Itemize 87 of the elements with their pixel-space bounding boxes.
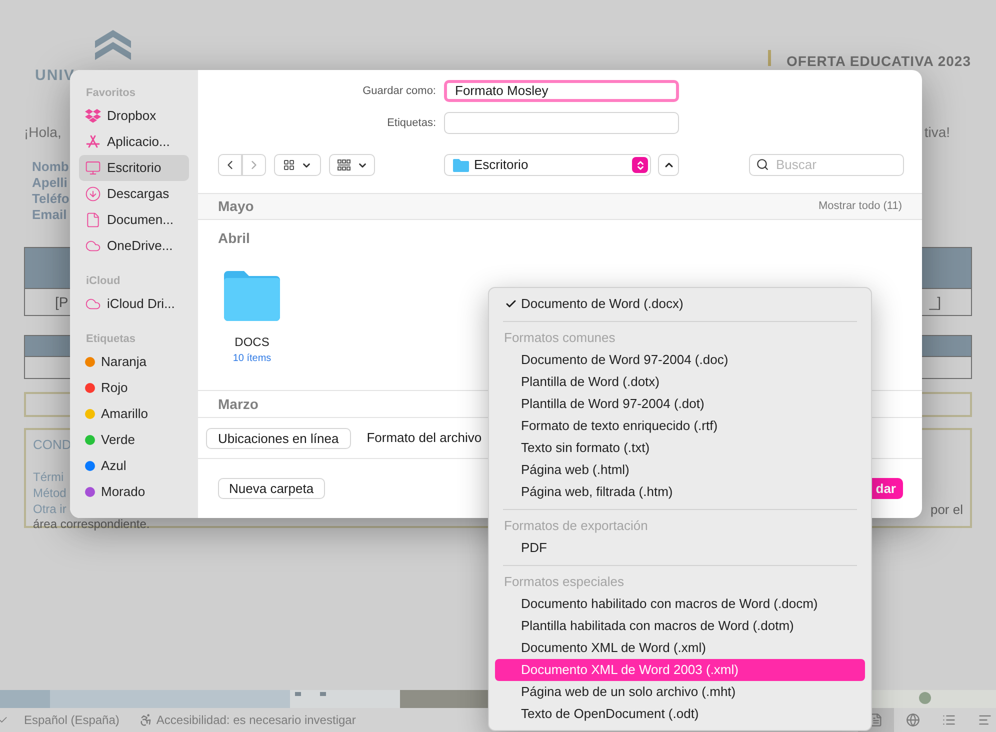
new-folder-button[interactable]: Nueva carpeta bbox=[218, 478, 325, 499]
sidebar-heading: Favoritos bbox=[85, 86, 137, 101]
field-label: Guardar como: bbox=[362, 84, 436, 99]
search-icon bbox=[756, 158, 769, 171]
conditions-text: Métod bbox=[33, 484, 66, 500]
sidebar-item[interactable]: Azul bbox=[79, 453, 189, 479]
show-all-link[interactable]: Mostrar todo (11) bbox=[818, 198, 902, 215]
heading: OFERTA EDUCATIVA 2023 bbox=[786, 52, 971, 71]
menu-item[interactable]: Página web de un solo archivo (.mht) bbox=[495, 681, 865, 703]
file-detail: 10 ítems bbox=[232, 352, 272, 366]
conditions-text: por el bbox=[930, 502, 963, 519]
menu-section-heading: Formatos comunes bbox=[503, 329, 616, 347]
logo-text: UNIV bbox=[35, 66, 75, 86]
section-heading: Mayo bbox=[218, 197, 254, 216]
sidebar-item[interactable]: Naranja bbox=[79, 349, 189, 375]
search-field[interactable]: Buscar bbox=[749, 154, 904, 176]
field-label: Etiquetas: bbox=[386, 116, 436, 131]
menu-item[interactable]: Texto de OpenDocument (.odt) bbox=[495, 703, 865, 725]
check-icon bbox=[505, 298, 517, 310]
stepper-icon bbox=[632, 157, 648, 173]
greeting-text: tiva! bbox=[924, 123, 950, 142]
sidebar-item[interactable]: OneDrive... bbox=[79, 233, 189, 259]
menu-item[interactable]: Documento de Word (.docx) bbox=[495, 293, 865, 315]
cloud-icon bbox=[85, 238, 101, 254]
file-name: DOCS bbox=[234, 334, 270, 351]
cloud-icon bbox=[85, 296, 101, 312]
menu-item[interactable]: PDF bbox=[495, 537, 865, 559]
group-button[interactable] bbox=[329, 154, 375, 176]
forward-button[interactable] bbox=[242, 154, 266, 176]
accessibility-icon bbox=[139, 713, 154, 727]
grid-icon bbox=[283, 159, 295, 171]
draft-icon[interactable] bbox=[978, 713, 992, 727]
conditions-text: Otra ir bbox=[33, 500, 66, 516]
online-locations-button[interactable]: Ubicaciones en línea bbox=[206, 428, 351, 448]
outline-icon[interactable] bbox=[942, 713, 956, 727]
up-button[interactable] bbox=[658, 154, 679, 176]
download-icon bbox=[85, 186, 101, 202]
table-cell-text: _] bbox=[929, 292, 941, 312]
menu-item[interactable]: Documento de Word 97-2004 (.doc) bbox=[495, 349, 865, 371]
menu-item[interactable]: Página web (.html) bbox=[495, 459, 865, 481]
sidebar-item[interactable]: Dropbox bbox=[79, 103, 189, 129]
sidebar-item[interactable]: iCloud Dri... bbox=[79, 291, 189, 317]
desktop-icon bbox=[85, 160, 101, 176]
menu-item[interactable]: Texto sin formato (.txt) bbox=[495, 437, 865, 459]
greeting-text: ¡Hola, bbox=[24, 123, 62, 142]
menu-item[interactable]: Plantilla de Word (.dotx) bbox=[495, 371, 865, 393]
filename-field[interactable]: Formato Mosley bbox=[444, 80, 679, 102]
tags-field[interactable] bbox=[444, 112, 679, 134]
field-label: Teléfo bbox=[32, 191, 70, 207]
folder-icon[interactable] bbox=[222, 269, 282, 323]
menu-section-heading: Formatos especiales bbox=[503, 573, 625, 591]
sidebar-item[interactable]: Morado bbox=[79, 479, 189, 505]
table-cell-text: [P bbox=[55, 292, 68, 312]
sidebar-item[interactable]: Amarillo bbox=[79, 401, 189, 427]
conditions-text: área correspondiente. bbox=[33, 516, 150, 530]
menu-section-heading: Formatos de exportación bbox=[503, 517, 649, 535]
sidebar-item[interactable]: Rojo bbox=[79, 375, 189, 401]
field-label: Apelli bbox=[32, 175, 68, 191]
sidebar-item[interactable]: Descargas bbox=[79, 181, 189, 207]
menu-item[interactable]: Formato de texto enriquecido (.rtf) bbox=[495, 415, 865, 437]
location-popup[interactable]: Escritorio bbox=[444, 154, 651, 176]
sidebar-heading: iCloud bbox=[85, 274, 122, 289]
conditions-title: COND bbox=[33, 436, 72, 454]
sidebar-heading: Etiquetas bbox=[85, 332, 137, 347]
dropbox-icon bbox=[85, 108, 101, 124]
sidebar-item[interactable]: Escritorio bbox=[79, 155, 189, 181]
menu-item[interactable]: Documento habilitado con macros de Word (.docm) bbox=[495, 593, 865, 615]
sidebar-item[interactable]: Aplicacio... bbox=[79, 129, 189, 155]
web-layout-icon[interactable] bbox=[906, 713, 920, 727]
folder-icon bbox=[453, 158, 469, 172]
back-button[interactable] bbox=[218, 154, 242, 176]
menu-item[interactable]: Plantilla de Word 97-2004 (.dot) bbox=[495, 393, 865, 415]
section-heading: Abril bbox=[218, 230, 250, 246]
menu-item[interactable]: Documento XML de Word (.xml) bbox=[495, 637, 865, 659]
conditions-text: Térmi bbox=[33, 468, 64, 484]
proofing-icon bbox=[0, 715, 8, 725]
sidebar-item[interactable]: Documen... bbox=[79, 207, 189, 233]
field-label: Email bbox=[32, 207, 67, 223]
section-heading: Marzo bbox=[218, 394, 258, 414]
format-label: Formato del archivo bbox=[366, 429, 482, 448]
field-label: Nomb bbox=[32, 159, 69, 175]
apps-icon bbox=[85, 134, 101, 150]
group-icon bbox=[336, 159, 350, 171]
menu-item[interactable]: Plantilla habilitada con macros de Word (.dotm) bbox=[495, 615, 865, 637]
document-icon bbox=[85, 212, 101, 228]
view-button[interactable] bbox=[274, 154, 321, 176]
sidebar-item[interactable]: Verde bbox=[79, 427, 189, 453]
